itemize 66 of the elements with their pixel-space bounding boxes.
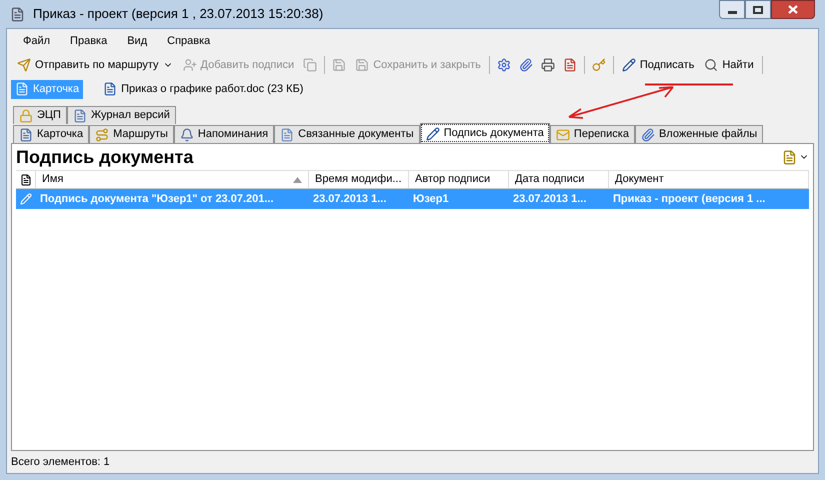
document-icon	[103, 82, 118, 96]
document-icon	[72, 108, 87, 122]
pencil-icon	[622, 58, 636, 72]
toolbar-button[interactable]	[518, 57, 534, 73]
column-header[interactable]: Имя	[36, 171, 309, 188]
pencil-icon	[426, 126, 440, 140]
printer-icon	[540, 58, 555, 72]
tab[interactable]: Подпись документа	[420, 123, 550, 143]
column-header[interactable]: Автор подписи	[409, 171, 509, 188]
search-icon	[704, 58, 718, 72]
column-header[interactable]: Дата подписи	[509, 171, 609, 188]
table-cell-text: Подпись документа "Юзер1" от 23.07.201...	[39, 192, 275, 207]
toolbar-button[interactable]: Подписать	[620, 56, 696, 74]
paperclip-icon	[640, 128, 655, 142]
list-icon	[782, 150, 797, 164]
view-options-button[interactable]	[782, 150, 809, 164]
table-cell-text: Юзер1	[412, 192, 450, 207]
close-icon	[788, 5, 798, 14]
tab[interactable]: Маршруты	[89, 125, 174, 143]
table-cell-text: 23.07.2013 1...	[312, 192, 388, 207]
status-text: Всего элементов: 1	[11, 454, 110, 470]
table-cell-text: Приказ - проект (версия 1 ...	[612, 192, 766, 207]
key-icon	[592, 58, 606, 72]
maximize-button[interactable]	[745, 0, 771, 19]
tab[interactable]: Журнал версий	[66, 106, 176, 124]
toolbar-button[interactable]	[496, 57, 512, 73]
minimize-button[interactable]	[719, 0, 745, 19]
tab[interactable]: ЭЦП	[13, 106, 67, 124]
save-icon	[355, 58, 370, 72]
panel-title: Подпись документа	[16, 146, 194, 169]
table-cell-text: 23.07.2013 1...	[512, 192, 588, 207]
paperclip-icon	[518, 58, 533, 72]
sort-icon	[293, 176, 302, 182]
tab[interactable]: Карточка	[13, 125, 90, 143]
window-title: Приказ - проект (версия 1 , 23.07.2013 15:20:38)	[33, 5, 324, 24]
menu-item[interactable]: Вид	[127, 32, 148, 50]
document-icon	[562, 58, 577, 72]
menu-item[interactable]: Файл	[23, 32, 50, 50]
lock-icon	[19, 108, 33, 122]
close-button[interactable]	[771, 0, 815, 19]
column-header[interactable]: Документ	[609, 171, 809, 188]
route-icon	[95, 128, 110, 142]
column-header[interactable]: Время модифи...	[309, 171, 409, 188]
pencil-icon	[20, 193, 32, 205]
toolbar-button[interactable]: Отправить по маршруту	[15, 56, 175, 74]
menu-item[interactable]: Правка	[70, 32, 108, 50]
save-icon	[332, 58, 346, 72]
tab[interactable]: Напоминания	[174, 125, 274, 143]
menu-item[interactable]: Справка	[167, 32, 210, 50]
document-icon	[15, 82, 29, 96]
document-icon	[280, 128, 294, 142]
copy-icon	[303, 58, 318, 72]
gear-icon	[496, 58, 511, 72]
app-icon	[10, 6, 25, 22]
mail-icon	[556, 128, 570, 142]
document-icon	[19, 128, 33, 142]
tab[interactable]: Вложенные файлы	[634, 125, 764, 143]
user-plus-icon	[182, 58, 197, 72]
toolbar-button[interactable]	[540, 57, 556, 73]
document-icon	[20, 174, 32, 186]
bell-icon	[180, 128, 194, 142]
tab[interactable]: Переписка	[550, 125, 635, 143]
document-tab[interactable]: Приказ о графике работ.doc (23 КБ)	[99, 80, 308, 98]
toolbar-button[interactable]: Найти	[702, 56, 756, 74]
send-icon	[17, 58, 31, 72]
tab[interactable]: Связанные документы	[274, 125, 420, 143]
